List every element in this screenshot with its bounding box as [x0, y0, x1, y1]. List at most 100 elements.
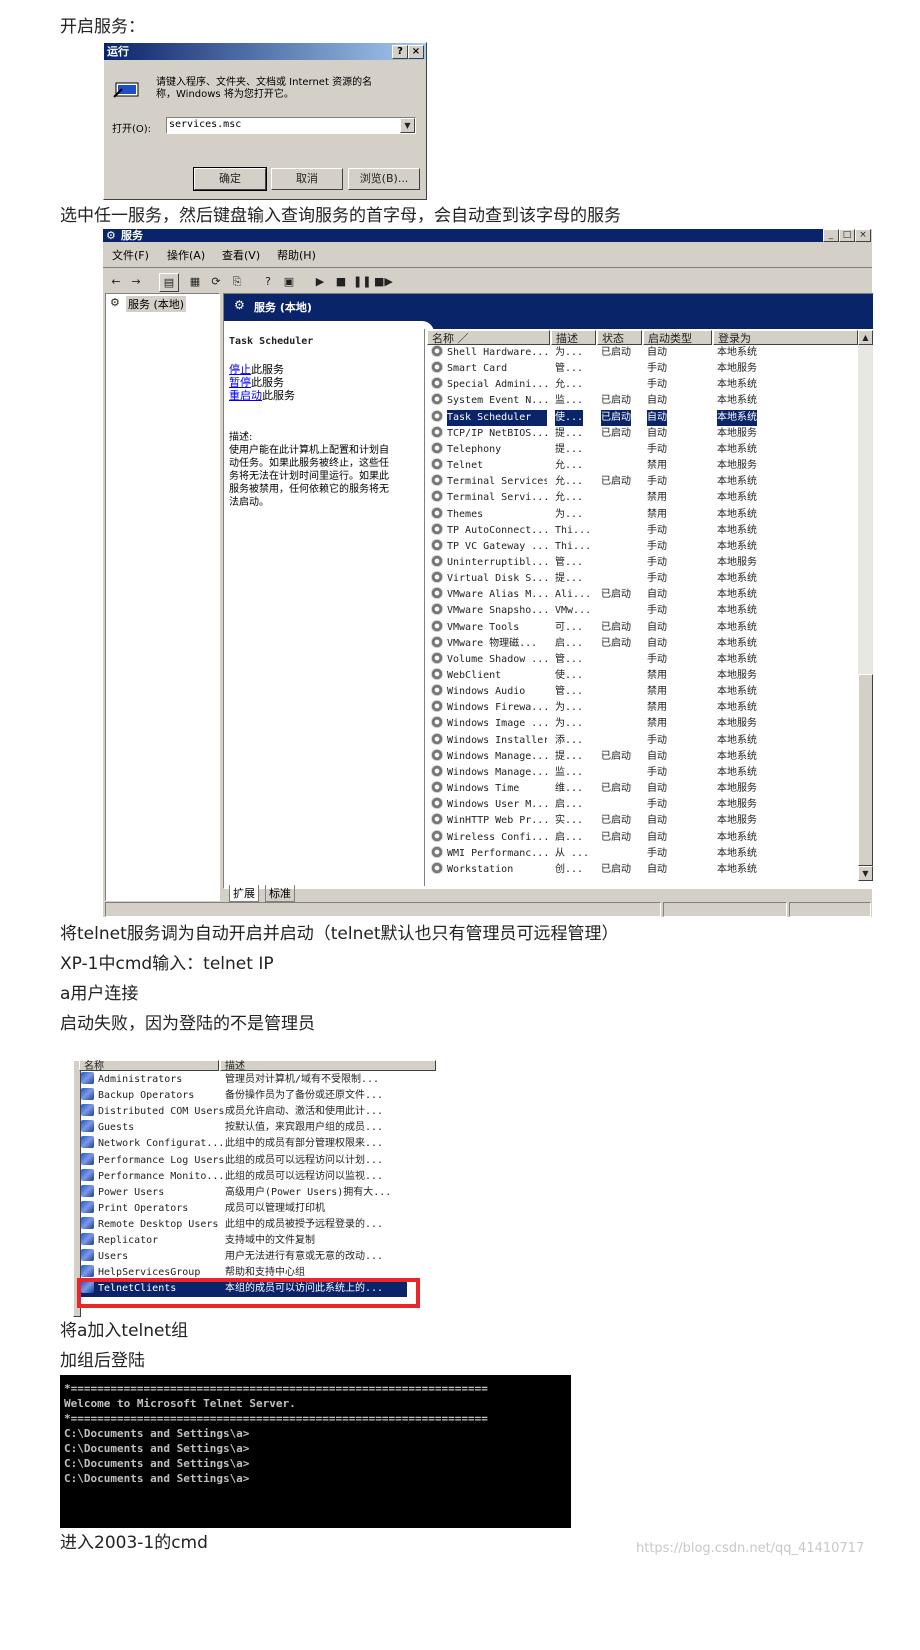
- forward-icon[interactable]: →: [127, 273, 145, 290]
- group-row[interactable]: Backup Operators 备份操作员为了备份或还原文件...: [73, 1088, 413, 1104]
- service-row[interactable]: Smart Card 管... 手动 本地服务: [427, 361, 858, 377]
- close-icon[interactable]: ×: [855, 229, 871, 242]
- scroll-up-icon[interactable]: ▲: [858, 330, 873, 345]
- service-row[interactable]: Windows Audio 管... 禁用 本地系统: [427, 684, 858, 700]
- service-row[interactable]: Windows User M... 启... 手动 本地服务: [427, 797, 858, 813]
- group-row[interactable]: Performance Monito... 此组的成员可以远程访问以监视...: [73, 1168, 413, 1185]
- group-row[interactable]: Replicator 支持域中的文件复制: [73, 1233, 413, 1249]
- service-row[interactable]: Shell Hardware... 为... 已启动 自动 本地系统: [427, 345, 858, 361]
- menu-action[interactable]: 操作(A): [167, 247, 205, 263]
- group-row[interactable]: Network Configurat... 此组中的成员有部分管理权限来...: [73, 1136, 413, 1152]
- service-row[interactable]: Themes 为... 禁用 本地系统: [427, 506, 858, 523]
- service-row[interactable]: TP VC Gateway ... Thi... 手动 本地系统: [427, 538, 858, 555]
- export-icon[interactable]: ⎘: [228, 273, 246, 290]
- service-row[interactable]: TCP/IP NetBIOS... 提... 已启动 自动 本地服务: [427, 425, 858, 442]
- restart-service-link[interactable]: 重启动: [229, 389, 262, 402]
- group-row[interactable]: Print Operators 成员可以管理域打印机: [73, 1200, 413, 1217]
- service-row[interactable]: WMI Performanc... 从 ... 手动 本地系统: [427, 845, 858, 862]
- description-line: 务将无法在计划时间里运行。如果此: [229, 471, 389, 482]
- scroll-down-icon[interactable]: ▼: [858, 866, 873, 881]
- service-row[interactable]: Terminal Servi... 允... 禁用 本地系统: [427, 490, 858, 506]
- open-combobox[interactable]: services.msc ▼: [166, 117, 416, 134]
- service-startup-type: 自动: [647, 589, 667, 601]
- service-row[interactable]: Windows Image ... 为... 禁用 本地服务: [427, 716, 858, 732]
- service-row[interactable]: VMware 物理磁... 启... 已启动 自动 本地系统: [427, 635, 858, 652]
- menu-file[interactable]: 文件(F): [112, 247, 149, 263]
- vertical-scrollbar[interactable]: ▲ ▼: [858, 330, 873, 881]
- back-icon[interactable]: ←: [107, 273, 125, 290]
- service-row[interactable]: VMware Snapsho... VMw... 手动 本地系统: [427, 603, 858, 619]
- service-row[interactable]: WinHTTP Web Pr... 实... 已启动 自动 本地服务: [427, 813, 858, 829]
- column-header-status[interactable]: 状态: [597, 330, 642, 345]
- start-icon[interactable]: ▶: [311, 273, 329, 290]
- service-gear-icon: [431, 361, 443, 374]
- service-row[interactable]: Volume Shadow ... 管... 手动 本地系统: [427, 651, 858, 668]
- service-row[interactable]: VMware Tools 可... 已启动 自动 本地系统: [427, 619, 858, 636]
- cancel-button[interactable]: 取消: [271, 168, 343, 190]
- service-row[interactable]: Task Scheduler 使... 已启动 自动 本地系统: [427, 409, 858, 426]
- service-row[interactable]: Terminal Services 允... 已启动 手动 本地系统: [427, 474, 858, 490]
- close-button[interactable]: ×: [408, 45, 424, 59]
- group-row[interactable]: Administrators 管理员对计算机/域有不受限制...: [73, 1072, 413, 1088]
- service-logon-as: 本地系统: [717, 379, 757, 391]
- service-row[interactable]: Special Admini... 允... 手动 本地系统: [427, 377, 858, 393]
- group-row[interactable]: Remote Desktop Users 此组中的成员被授予远程登录的...: [73, 1216, 413, 1233]
- scrollbar-thumb[interactable]: [858, 674, 873, 866]
- service-row[interactable]: Telnet 允... 禁用 本地服务: [427, 458, 858, 474]
- restart-icon[interactable]: ■▶: [374, 273, 393, 290]
- group-row[interactable]: Distributed COM Users 成员允许启动、激活和使用此计...: [73, 1104, 413, 1120]
- service-row[interactable]: Windows Time 维... 已启动 自动 本地服务: [427, 781, 858, 797]
- properties-icon[interactable]: ▦: [186, 273, 204, 290]
- menu-view[interactable]: 查看(V): [222, 247, 260, 263]
- open-input[interactable]: services.msc: [169, 119, 241, 130]
- stop-icon[interactable]: ■: [332, 273, 350, 290]
- group-row[interactable]: Performance Log Users 此组的成员可以远程访问以计划...: [73, 1152, 413, 1169]
- group-row[interactable]: Users 用户无法进行有意或无意的改动...: [73, 1249, 413, 1265]
- paragraph-user-connect: a用户连接: [60, 984, 139, 1004]
- column-header-startup-type[interactable]: 启动类型: [643, 330, 712, 345]
- service-row[interactable]: Telephony 提... 手动 本地系统: [427, 441, 858, 458]
- pause-icon[interactable]: ❚❚: [353, 273, 371, 290]
- group-row[interactable]: Power Users 高级用户(Power Users)拥有大...: [73, 1184, 413, 1201]
- group-row[interactable]: Guests 按默认值，来宾跟用户组的成员...: [73, 1120, 413, 1136]
- service-row[interactable]: Windows Installer 添... 手动 本地系统: [427, 732, 858, 749]
- minimize-icon[interactable]: _: [823, 229, 839, 242]
- service-row[interactable]: Uninterruptibl... 管... 手动 本地服务: [427, 554, 858, 571]
- service-row[interactable]: Virtual Disk S... 提... 手动 本地系统: [427, 571, 858, 587]
- ok-button[interactable]: 确定: [193, 167, 267, 191]
- column-header-name[interactable]: 名称 ／: [427, 330, 550, 345]
- tree-item-services-local[interactable]: 服务 (本地): [126, 296, 187, 312]
- group-description: 此组中的成员有部分管理权限来...: [225, 1138, 384, 1150]
- column-header-logon-as[interactable]: 登录为: [713, 330, 858, 345]
- service-row[interactable]: Wireless Confi... 启... 已启动 自动 本地系统: [427, 829, 858, 846]
- service-row[interactable]: WebClient 使... 禁用 本地服务: [427, 668, 858, 684]
- menu-help[interactable]: 帮助(H): [277, 247, 316, 263]
- chevron-down-icon[interactable]: ▼: [400, 118, 415, 133]
- service-row[interactable]: Windows Firewa... 为... 禁用 本地系统: [427, 700, 858, 716]
- service-row[interactable]: Windows Manage... 提... 已启动 自动 本地系统: [427, 748, 858, 765]
- refresh-icon[interactable]: ⟳: [207, 273, 225, 290]
- service-row[interactable]: VMware Alias M... Ali... 已启动 自动 本地系统: [427, 587, 858, 603]
- service-row[interactable]: TP AutoConnect... Thi... 手动 本地系统: [427, 522, 858, 539]
- service-startup-type: 手动: [647, 524, 667, 536]
- service-logon-as: 本地服务: [717, 427, 757, 439]
- paragraph-select-service: 选中任一服务，然后键盘输入查询服务的首字母，会自动查到该字母的服务: [60, 206, 621, 226]
- browse-button[interactable]: 浏览(B)...: [348, 168, 420, 190]
- column-header-description[interactable]: 描述: [551, 330, 596, 345]
- service-row[interactable]: Windows Manage... 监... 手动 本地系统: [427, 764, 858, 781]
- console-tree-icon[interactable]: ▤: [159, 273, 179, 292]
- service-name: Special Admini...: [447, 379, 547, 391]
- groups-column-name[interactable]: 名称: [79, 1060, 219, 1072]
- pause-service-link[interactable]: 暂停: [229, 376, 251, 389]
- help-button[interactable]: ?: [392, 45, 408, 59]
- groups-column-description[interactable]: 描述: [220, 1060, 436, 1072]
- maximize-icon[interactable]: □: [839, 229, 855, 242]
- help-icon[interactable]: ?: [259, 273, 277, 290]
- service-row[interactable]: System Event N... 监... 已启动 自动 本地系统: [427, 393, 858, 409]
- tab-extended[interactable]: 扩展: [229, 885, 259, 902]
- tab-standard[interactable]: 标准: [265, 885, 295, 902]
- stop-service-link[interactable]: 停止: [229, 363, 251, 376]
- service-row[interactable]: Workstation 创... 已启动 自动 本地系统: [427, 861, 858, 878]
- show-hide-icon[interactable]: ▣: [280, 273, 298, 290]
- group-name: Users: [98, 1251, 129, 1263]
